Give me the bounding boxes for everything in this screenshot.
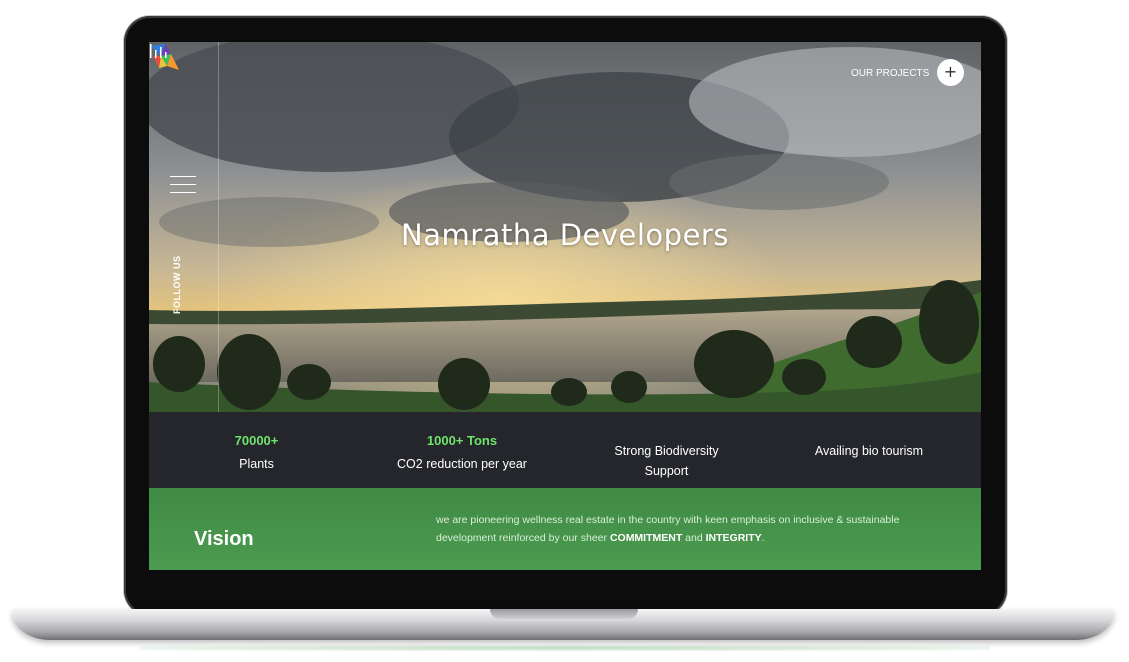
vision-title: Vision xyxy=(194,528,254,550)
stat-number: 70000+ xyxy=(234,433,279,448)
stat-number: 1000+ Tons xyxy=(426,433,498,448)
plus-icon[interactable]: + xyxy=(937,59,964,86)
vision-section: Vision we are pioneering wellness real e… xyxy=(149,488,981,570)
vision-text-part: . xyxy=(761,532,765,544)
stat-co2: 1000+ Tons CO2 reduction per year xyxy=(377,412,547,488)
stat-label: Availing bio tourism xyxy=(814,444,924,458)
our-projects-link[interactable]: OUR PROJECTS xyxy=(851,68,929,79)
hero-title: Namratha Developers xyxy=(401,218,729,252)
vision-keyword-integrity: INTEGRITY xyxy=(705,532,762,544)
hero-section: FOLLOW US Namratha Developers OUR PROJEC… xyxy=(149,42,981,412)
stat-label: CO2 reduction per year xyxy=(397,457,527,471)
vision-keyword-commitment: COMMITMENT xyxy=(609,532,683,544)
vision-text-part: and xyxy=(682,532,706,544)
base-glow xyxy=(140,645,990,651)
laptop-screen: FOLLOW US Namratha Developers OUR PROJEC… xyxy=(149,42,981,570)
stat-biodiversity: Strong Biodiversity Support xyxy=(594,412,739,488)
bars-icon[interactable] xyxy=(149,42,169,58)
stat-label-line2: Support xyxy=(644,464,689,478)
stat-label: Plants xyxy=(239,457,274,471)
stat-label-line1: Strong Biodiversity xyxy=(614,444,719,458)
menu-icon[interactable] xyxy=(170,176,196,194)
stats-band: 70000+ Plants 1000+ Tons CO2 reduction p… xyxy=(149,412,981,488)
vision-statement: we are pioneering wellness real estate i… xyxy=(436,511,956,547)
stat-bio-tourism: Availing bio tourism xyxy=(789,412,949,488)
laptop-notch xyxy=(490,609,638,619)
stat-plants: 70000+ Plants xyxy=(189,412,324,488)
follow-us-label: FOLLOW US xyxy=(172,255,182,315)
